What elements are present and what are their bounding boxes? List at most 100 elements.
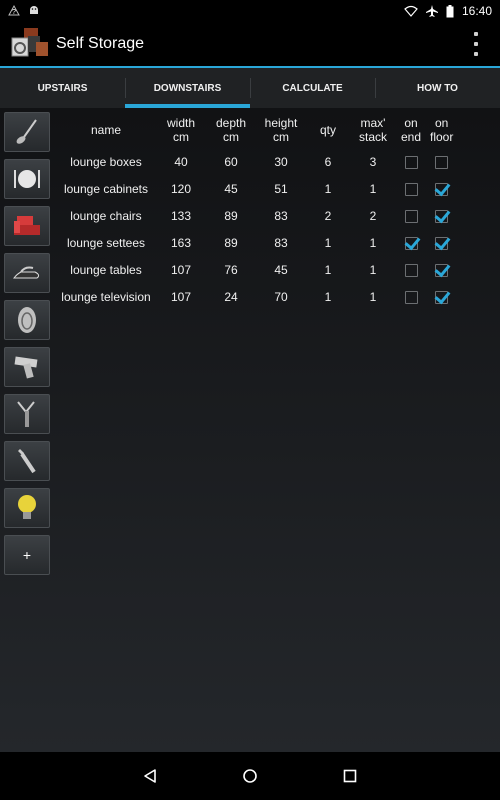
on-floor-checkbox[interactable] [435, 290, 449, 304]
item-qty: 1 [324, 262, 332, 277]
item-width: 163 [170, 235, 192, 250]
item-width: 40 [174, 154, 188, 169]
item-qty: 1 [324, 181, 332, 196]
header-max-stack: max' stack [358, 116, 387, 144]
item-name: lounge boxes [70, 154, 142, 169]
table-row[interactable]: lounge television 107 24 70 1 1 [56, 283, 457, 310]
on-end-checkbox-cell [396, 256, 426, 283]
item-max-stack: 2 [369, 208, 377, 223]
on-floor-checkbox-cell [426, 148, 457, 175]
on-floor-checkbox-cell [426, 283, 457, 310]
item-height: 45 [274, 262, 288, 277]
item-name: lounge tables [70, 262, 142, 277]
kitchen-ladle-icon[interactable] [4, 112, 50, 152]
on-floor-checkbox[interactable] [435, 155, 449, 169]
status-bar: ? 16:40 [0, 0, 500, 22]
on-end-checkbox-cell [396, 175, 426, 202]
notification-question-icon: ? [8, 4, 20, 19]
add-icon: + [22, 547, 32, 563]
drill-icon[interactable] [4, 347, 50, 387]
on-floor-checkbox-cell [426, 256, 457, 283]
item-height: 30 [274, 154, 288, 169]
on-floor-checkbox-cell [426, 202, 457, 229]
item-height: 83 [274, 208, 288, 223]
on-end-checkbox[interactable] [404, 209, 418, 223]
table-row[interactable]: lounge chairs 133 89 83 2 2 [56, 202, 457, 229]
item-height: 51 [274, 181, 288, 196]
on-floor-checkbox-cell [426, 175, 457, 202]
on-end-checkbox[interactable] [404, 263, 418, 277]
action-bar: Self Storage [0, 22, 500, 66]
washing-machine-icon[interactable] [4, 300, 50, 340]
item-max-stack: 1 [369, 235, 377, 250]
on-floor-checkbox-cell [426, 229, 457, 256]
header-on-end: on end [400, 116, 422, 144]
iron-icon[interactable] [4, 253, 50, 293]
item-width: 120 [170, 181, 192, 196]
on-end-checkbox[interactable] [404, 155, 418, 169]
items-table: name width cm depth cm height cm qty max' st… [56, 116, 457, 310]
on-end-checkbox-cell [396, 283, 426, 310]
on-end-checkbox[interactable] [404, 182, 418, 196]
on-end-checkbox[interactable] [404, 236, 418, 250]
item-max-stack: 1 [369, 289, 377, 304]
header-width: width cm [166, 116, 195, 144]
item-max-stack: 1 [369, 262, 377, 277]
item-height: 70 [274, 289, 288, 304]
content-area: + name width cm depth cm height cm qty max'… [0, 108, 500, 752]
tab-downstairs[interactable]: DOWNSTAIRS [125, 68, 250, 108]
recents-icon[interactable] [340, 766, 360, 786]
on-end-checkbox-cell [396, 202, 426, 229]
storage-boxes-icon [10, 26, 50, 62]
status-left: ? [8, 4, 40, 19]
on-end-checkbox[interactable] [404, 290, 418, 304]
on-floor-checkbox[interactable] [435, 182, 449, 196]
system-nav-bar [0, 752, 500, 800]
item-max-stack: 3 [369, 154, 377, 169]
table-row[interactable]: lounge boxes 40 60 30 6 3 [56, 148, 457, 175]
item-depth: 60 [224, 154, 238, 169]
airplane-icon [425, 5, 438, 17]
wrench-icon[interactable] [4, 441, 50, 481]
garden-tool-icon[interactable] [4, 394, 50, 434]
header-depth: depth cm [215, 116, 247, 144]
item-name: lounge television [61, 289, 151, 304]
on-floor-checkbox[interactable] [435, 209, 449, 223]
table-row[interactable]: lounge tables 107 76 45 1 1 [56, 256, 457, 283]
tab-bar: UPSTAIRS DOWNSTAIRS CALCULATE HOW TO [0, 66, 500, 108]
tab-how-to[interactable]: HOW TO [375, 68, 500, 108]
back-icon[interactable] [140, 766, 160, 786]
on-floor-checkbox[interactable] [435, 263, 449, 277]
overflow-menu-icon[interactable] [470, 32, 482, 56]
item-max-stack: 1 [369, 181, 377, 196]
item-width: 107 [170, 289, 192, 304]
item-depth: 76 [224, 262, 238, 277]
light-bulb-icon[interactable] [4, 488, 50, 528]
wifi-icon [404, 5, 418, 17]
on-floor-checkbox[interactable] [435, 236, 449, 250]
add-room-button[interactable]: + [4, 535, 50, 575]
home-icon[interactable] [240, 766, 260, 786]
header-name: name [90, 123, 122, 137]
item-depth: 45 [224, 181, 238, 196]
item-qty: 6 [324, 154, 332, 169]
item-name: lounge settees [66, 235, 146, 250]
item-depth: 89 [224, 208, 238, 223]
lounge-sofa-icon[interactable] [4, 206, 50, 246]
header-qty: qty [319, 123, 336, 137]
on-end-checkbox-cell [396, 148, 426, 175]
table-row[interactable]: lounge settees 163 89 83 1 1 [56, 229, 457, 256]
header-height: height cm [264, 116, 298, 144]
table-row[interactable]: lounge cabinets 120 45 51 1 1 [56, 175, 457, 202]
item-qty: 1 [324, 235, 332, 250]
item-name: lounge chairs [70, 208, 142, 223]
tab-calculate[interactable]: CALCULATE [250, 68, 375, 108]
clock: 16:40 [461, 4, 492, 18]
app-title: Self Storage [56, 35, 145, 52]
dining-plate-icon[interactable] [4, 159, 50, 199]
item-qty: 1 [324, 289, 332, 304]
item-depth: 89 [224, 235, 238, 250]
tab-upstairs[interactable]: UPSTAIRS [0, 68, 125, 108]
item-width: 133 [170, 208, 192, 223]
android-icon [28, 4, 40, 19]
